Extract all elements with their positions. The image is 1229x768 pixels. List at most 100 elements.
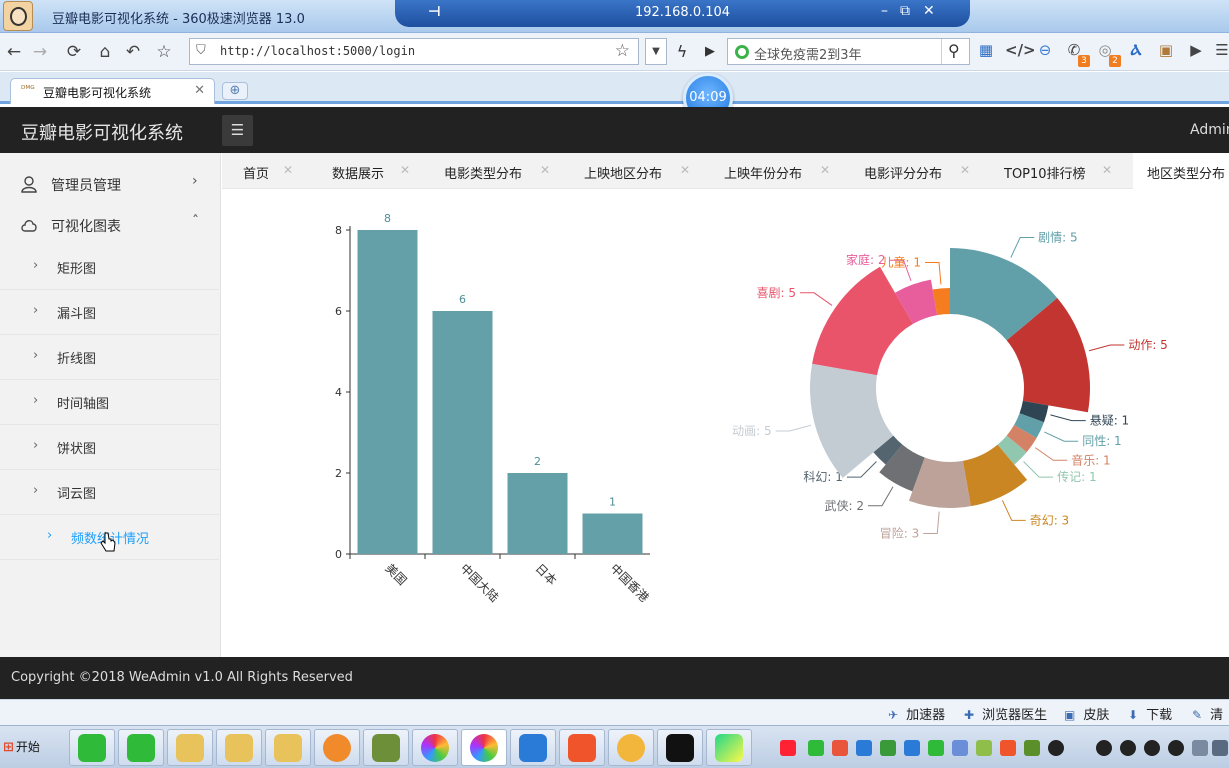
tab-data[interactable]: 数据展示 ✕ [312,153,422,189]
tray-app-icon[interactable] [1212,740,1228,756]
tray-qq-icon[interactable] [1120,740,1136,756]
tab-home[interactable]: 首页 ✕ [222,153,306,189]
sidebar-item-pie[interactable]: › 饼状图 [0,425,219,470]
home-icon[interactable]: ⌂ [93,40,117,64]
tab-rating[interactable]: 电影评分分布 ✕ [844,153,979,189]
tray-app-icon[interactable] [1000,740,1016,756]
forward-icon[interactable]: → [28,40,52,64]
sidebar-item-funnel[interactable]: › 漏斗图 [0,290,219,335]
tray-app-icon[interactable] [856,740,872,756]
menu-grid-icon[interactable]: ☰ [1212,41,1229,63]
tab-genre[interactable]: 电影类型分布 ✕ [424,153,559,189]
doctor-icon: ✚ [964,708,975,722]
translate-icon[interactable]: Ⲁ [1126,41,1146,63]
terminal-app-icon[interactable] [657,729,703,766]
tray-cloud-icon[interactable] [904,740,920,756]
download-button[interactable]: ⬇ 下载 [1128,704,1172,723]
tray-wechat-icon[interactable] [808,740,824,756]
close-icon[interactable]: ✕ [923,3,935,19]
tray-qq-icon[interactable] [1168,740,1184,756]
sidebar-toggle-icon[interactable]: ☰ [222,115,253,146]
tab-close-icon[interactable]: ✕ [400,163,410,177]
tab-close-icon[interactable]: ✕ [960,163,970,177]
minimize-icon[interactable]: – [881,3,888,19]
new-tab-icon[interactable]: ⊕ [222,82,248,100]
browser-tab-label[interactable]: 豆瓣电影可视化系统 [43,84,151,101]
sidebar-group-label: 可视化图表 [51,219,121,235]
remote-session-bar[interactable]: ⊣ 192.168.0.104 – ⧉ ✕ [395,0,970,27]
doctor-button[interactable]: ✚ 浏览器医生 [964,704,1047,723]
clean-button[interactable]: ✎ 清 [1192,704,1223,723]
ring-icon[interactable]: ◎ 2 [1095,41,1121,67]
tab-close-icon[interactable]: ✕ [1102,163,1112,177]
audio-app-icon[interactable] [314,729,360,766]
pycharm-app-icon[interactable] [706,729,752,766]
tab-close-icon[interactable]: ✕ [283,163,293,177]
tab-close-icon[interactable]: ✕ [820,163,830,177]
video-icon[interactable]: ▶ [1186,41,1206,63]
volume-icon[interactable] [1192,740,1208,756]
devtools-icon[interactable]: </> [1005,41,1036,63]
lightning-icon[interactable]: ϟ [669,38,695,65]
bookmark-star-icon[interactable]: ☆ [615,41,630,61]
tab-close-icon[interactable]: ✕ [680,163,690,177]
search-input[interactable]: 全球免疫需2到3年 ⚲ [727,38,970,65]
tray-qq-icon[interactable] [1048,740,1064,756]
sidebar-item-line[interactable]: › 折线图 [0,335,219,380]
search-icon[interactable]: ⚲ [948,41,960,60]
tray-app-icon[interactable] [976,740,992,756]
sidebar-item-rect[interactable]: › 矩形图 [0,245,219,290]
slice-label: 科幻: 1 [803,470,843,484]
sidebar-item-timeline[interactable]: › 时间轴图 [0,380,219,425]
tray-network-icon[interactable] [952,740,968,756]
notebook-icon[interactable]: ▣ [1156,41,1176,63]
tab-year[interactable]: 上映年份分布 ✕ [704,153,839,189]
folder-icon[interactable] [167,729,213,766]
start-button[interactable]: ⊞ 开始 [3,734,53,761]
editor-app-icon[interactable] [363,729,409,766]
browser-tab[interactable]: ᴰᴹᴳ 豆瓣电影可视化系统 ✕ [10,78,215,104]
tray-qq-icon[interactable] [1144,740,1160,756]
undo-close-icon[interactable]: ↶ [121,40,145,64]
user-menu[interactable]: Admin [1190,122,1229,138]
cloud-app-icon[interactable] [510,729,556,766]
reload-icon[interactable]: ⟳ [62,40,86,64]
address-bar[interactable]: ⛉ http://localhost:5000/login ☆ [189,38,639,65]
chevron-down-icon[interactable]: ▼ [645,38,667,65]
url-text[interactable]: http://localhost:5000/login [220,44,415,58]
sogou-icon[interactable] [780,740,796,756]
play-icon[interactable]: ▶ [697,38,723,65]
tray-app-icon[interactable] [832,740,848,756]
browser-app-icon-active[interactable] [461,729,507,766]
tray-shield-icon[interactable] [880,740,896,756]
tray-nvidia-icon[interactable] [1024,740,1040,756]
wechat-app-icon[interactable] [118,729,164,766]
tray-qq-icon[interactable] [1096,740,1112,756]
search-placeholder[interactable]: 全球免疫需2到3年 [754,44,862,63]
sidebar-group-admin[interactable]: 管理员管理 › [0,163,221,204]
restore-icon[interactable]: ⧉ [900,3,910,19]
slides-app-icon[interactable] [559,729,605,766]
skin-button[interactable]: ▣ 皮肤 [1064,704,1109,723]
tab-close-icon[interactable]: ✕ [194,83,205,98]
apps-icon[interactable]: ▦ [976,41,996,63]
tab-close-icon[interactable]: ✕ [540,163,550,177]
tab-label: 数据展示 [332,167,385,182]
tab-region-genre[interactable]: 地区类型分布 [1133,153,1229,189]
browser-app-icon[interactable] [412,729,458,766]
favorite-icon[interactable]: ☆ [152,40,176,64]
pet-app-icon[interactable] [608,729,654,766]
sidebar-item-wordcloud[interactable]: › 词云图 [0,470,219,515]
phone-icon[interactable]: ✆ 3 [1064,41,1090,67]
slice-label-line [923,511,940,534]
accelerator-button[interactable]: ✈ 加速器 [888,704,945,723]
tab-region[interactable]: 上映地区分布 ✕ [564,153,699,189]
folder-icon[interactable] [216,729,262,766]
tray-wechat-icon[interactable] [928,740,944,756]
sidebar-group-charts[interactable]: 可视化图表 ˆ [0,204,221,245]
zoom-out-icon[interactable]: ⊖ [1035,41,1055,63]
tab-top10[interactable]: TOP10排行榜 ✕ [984,153,1124,189]
folder-icon[interactable] [265,729,311,766]
back-icon[interactable]: ← [2,40,26,64]
wechat-app-icon[interactable] [69,729,115,766]
